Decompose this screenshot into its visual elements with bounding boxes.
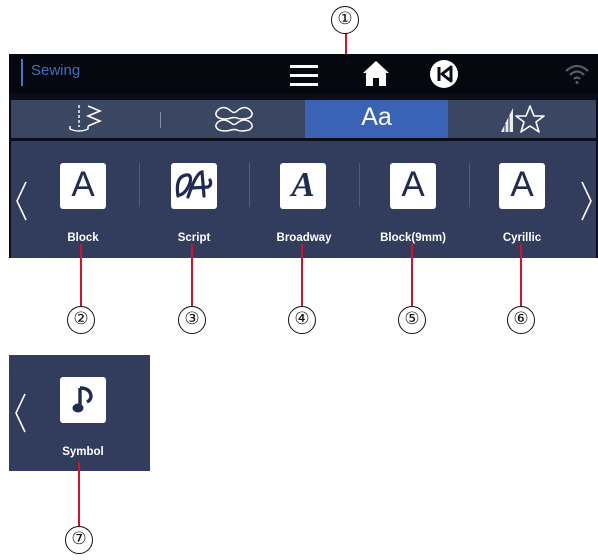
callout-line-7: [78, 462, 80, 530]
callout-7: ⑦: [65, 526, 93, 554]
callout-line-2: [80, 244, 82, 306]
font-label-symbol: Symbol: [62, 446, 104, 458]
favorites-star-icon: [501, 105, 545, 133]
callout-3: ③: [178, 306, 206, 334]
callout-6: ⑥: [507, 306, 535, 334]
callout-line-6: [520, 244, 522, 306]
tab-letters[interactable]: Aa: [305, 100, 448, 138]
decorative-stitch-icon: [215, 106, 253, 132]
tab-stitch[interactable]: [11, 100, 160, 138]
font-label-block: Block: [67, 232, 99, 244]
brand-accent: [21, 59, 23, 86]
callout-1: ①: [331, 6, 359, 34]
home-icon[interactable]: [362, 60, 390, 87]
scroll-left-icon[interactable]: [13, 393, 27, 433]
callout-line-4: [301, 244, 303, 306]
font-label-cyrillic: Cyrillic: [502, 232, 542, 244]
script-glyph-icon: [175, 170, 213, 199]
callout-4: ④: [288, 306, 316, 334]
scroll-left-icon[interactable]: [14, 181, 28, 221]
callout-5: ⑤: [398, 306, 426, 334]
tab-letters-label: Aa: [361, 103, 392, 131]
callout-2: ②: [67, 306, 95, 334]
app-title: Sewing: [31, 62, 81, 79]
font-selector: A Block Script A Broadway A Block(9mm) A…: [11, 141, 596, 258]
font-card-cyrillic[interactable]: A: [499, 163, 545, 209]
font-card-broadway[interactable]: A: [280, 163, 326, 209]
top-bar: Sewing: [9, 54, 598, 94]
card-divider: [469, 163, 470, 207]
font-glyph: A: [401, 165, 425, 204]
font-glyph: A: [510, 165, 534, 204]
card-divider: [359, 163, 360, 207]
font-card-block[interactable]: A: [60, 163, 106, 209]
tab-favorites[interactable]: [448, 100, 596, 138]
music-note-icon: [72, 386, 93, 413]
card-divider: [139, 163, 140, 207]
font-label-broadway: Broadway: [276, 232, 332, 244]
tab-decorative[interactable]: [161, 100, 304, 138]
sewing-screen: Sewing Aa A Block Script A Broadway A Bl…: [9, 54, 598, 258]
font-card-script[interactable]: [171, 163, 217, 209]
utility-stitch-icon: [69, 105, 103, 132]
callout-line-5: [411, 244, 413, 306]
font-glyph: A: [291, 165, 315, 204]
card-divider: [249, 163, 250, 207]
skip-to-start-icon[interactable]: [429, 59, 459, 89]
font-label-script: Script: [177, 232, 211, 244]
font-label-block-9mm: Block(9mm): [380, 232, 446, 244]
menu-icon[interactable]: [290, 63, 318, 87]
category-tabs: Aa: [11, 100, 596, 138]
wifi-icon: [565, 64, 589, 84]
callout-line-3: [191, 244, 193, 306]
font-card-block-9mm[interactable]: A: [390, 163, 436, 209]
font-card-symbol[interactable]: [60, 377, 106, 423]
scroll-right-icon[interactable]: [580, 181, 594, 221]
symbol-selector: Symbol: [9, 355, 150, 471]
font-glyph: A: [71, 165, 95, 204]
